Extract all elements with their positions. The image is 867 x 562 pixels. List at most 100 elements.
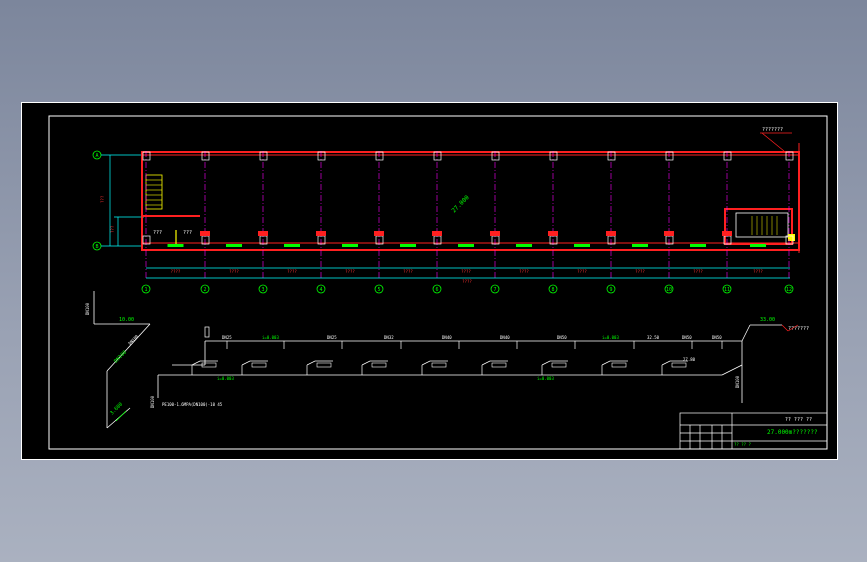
window — [574, 244, 590, 247]
axis-bubble-label: 12 — [786, 287, 792, 293]
axis-bubble-label: 2 — [203, 287, 206, 293]
window-sill — [374, 231, 384, 236]
column — [607, 151, 616, 161]
column — [259, 151, 268, 161]
column — [433, 151, 442, 161]
axis-bubble-B: B — [92, 241, 102, 251]
drawing-sheet[interactable]: A B ??? ??? ??? ??? ??????? 27.000 ???? … — [21, 102, 838, 460]
pipe-size-label: DN50 — [682, 335, 692, 340]
span-dimension: ???? — [345, 269, 355, 274]
column — [549, 151, 558, 161]
window-sill — [316, 231, 326, 236]
window — [690, 244, 706, 247]
svg-text:DN100: DN100 — [127, 333, 139, 345]
svg-text:32.50: 32.50 — [647, 335, 660, 340]
fixture — [251, 362, 267, 368]
pipe-size-label: DN25 — [327, 335, 337, 340]
window-sill — [200, 231, 210, 236]
pipe-size-label: DN50 — [712, 335, 722, 340]
svg-text:???: ??? — [110, 225, 115, 233]
span-dimension: ???? — [287, 269, 297, 274]
svg-text:?? ?? ?: ?? ?? ? — [734, 442, 751, 447]
inner-frame — [48, 115, 828, 450]
svg-text:33.00: 33.00 — [760, 317, 775, 323]
column — [142, 151, 151, 161]
cad-drawing: A B ??? ??? ??? ??? ??????? 27.000 ???? … — [48, 115, 828, 450]
svg-text:PE100-1.6MPA(DN100)-10 45: PE100-1.6MPA(DN100)-10 45 — [162, 402, 223, 407]
window — [284, 244, 300, 247]
canvas-viewport[interactable]: A B ??? ??? ??? ??? ??????? 27.000 ???? … — [0, 0, 867, 562]
span-dimension: ???? — [577, 269, 587, 274]
axis-bubble-label: 3 — [261, 287, 264, 293]
window — [516, 244, 532, 247]
axis-bubble-label: 9 — [609, 287, 612, 293]
svg-text:????: ???? — [462, 279, 472, 284]
span-dimension: ???? — [403, 269, 413, 274]
svg-text:DN100: DN100 — [150, 395, 155, 408]
axis-bubble-label: 10 — [666, 287, 672, 293]
fixture — [491, 362, 507, 368]
column — [375, 151, 384, 161]
span-dimension: ???? — [635, 269, 645, 274]
svg-text:27.000: 27.000 — [450, 194, 471, 215]
svg-text:???: ??? — [100, 195, 105, 203]
window — [632, 244, 648, 247]
svg-text:DN100: DN100 — [85, 302, 90, 315]
window-sill — [664, 231, 674, 236]
window-sill — [606, 231, 616, 236]
window-sill — [490, 231, 500, 236]
window — [226, 244, 242, 247]
span-dimension: ???? — [693, 269, 703, 274]
slope-label: i=0.003 — [262, 335, 279, 340]
window — [167, 244, 184, 247]
fixture — [671, 362, 687, 368]
window-sill — [432, 231, 442, 236]
fixture — [611, 362, 627, 368]
span-dimension: ???? — [753, 269, 763, 274]
svg-text:A: A — [95, 153, 98, 159]
svg-text:DN100: DN100 — [113, 350, 128, 365]
axis-bubble-label: 6 — [435, 287, 438, 293]
fixture — [431, 362, 447, 368]
column — [785, 151, 794, 161]
span-dimension: ???? — [519, 269, 529, 274]
axis-bubble-label: 8 — [551, 287, 554, 293]
column — [317, 151, 326, 161]
window — [458, 244, 474, 247]
slope-label: i=0.003 — [602, 335, 619, 340]
pipe-size-label: DN40 — [442, 335, 452, 340]
svg-text:B: B — [95, 244, 98, 250]
pipe-size-label: DN40 — [500, 335, 510, 340]
pipe-size-label: DN32 — [384, 335, 394, 340]
fixture — [551, 362, 567, 368]
window-sill — [722, 231, 732, 236]
span-dimension: ???? — [171, 269, 181, 274]
svg-text:???: ??? — [153, 230, 162, 236]
axis-bubble-label: 7 — [493, 287, 496, 293]
window-sill — [548, 231, 558, 236]
span-dimension: ???? — [229, 269, 239, 274]
column — [723, 151, 732, 161]
span-dimension: ???? — [461, 269, 471, 274]
pipe-size-label: DN50 — [557, 335, 567, 340]
svg-text:DN100: DN100 — [735, 375, 740, 388]
column — [665, 151, 674, 161]
svg-text:???: ??? — [183, 230, 192, 236]
axis-bubble-label: 4 — [319, 287, 322, 293]
svg-text:3.600: 3.600 — [109, 402, 124, 417]
axis-bubble-A: A — [92, 150, 102, 160]
slope-label: i=0.003 — [537, 376, 554, 381]
svg-text:???????: ??????? — [762, 127, 783, 133]
fixture — [316, 362, 332, 368]
axis-bubble-label: 1 — [144, 287, 147, 293]
window — [400, 244, 416, 247]
svg-text:?? ??? ??: ?? ??? ?? — [785, 417, 812, 423]
pipe-size-label: DN25 — [222, 335, 232, 340]
svg-text:10.00: 10.00 — [119, 317, 134, 323]
window — [750, 244, 766, 247]
axis-bubble-label: 5 — [377, 287, 380, 293]
axis-bubble-label: 11 — [724, 287, 730, 293]
svg-text:27.000m???????: 27.000m??????? — [767, 429, 818, 436]
column — [491, 151, 500, 161]
slope-label: i=0.003 — [217, 376, 234, 381]
